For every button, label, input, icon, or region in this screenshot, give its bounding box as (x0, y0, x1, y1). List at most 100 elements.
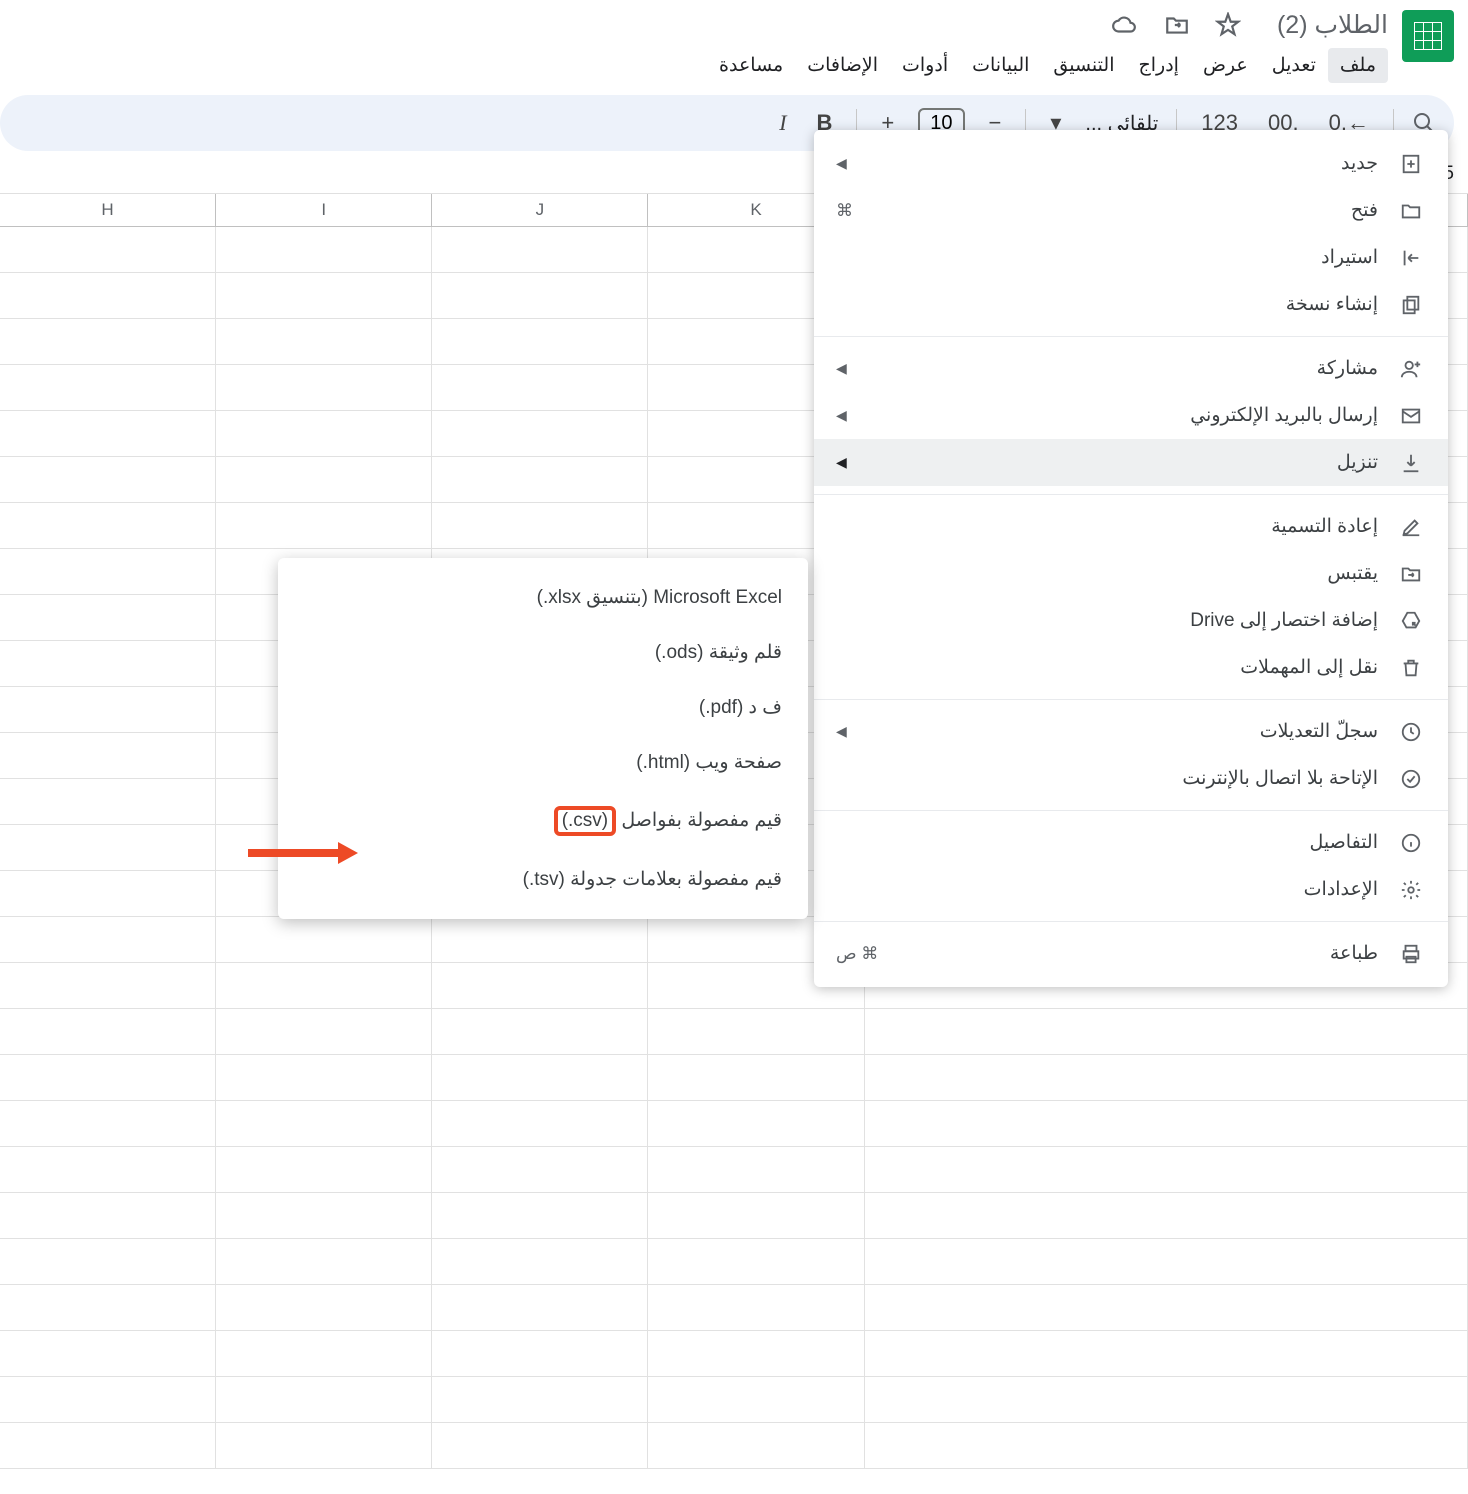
cell[interactable] (216, 273, 432, 318)
menu-item-import[interactable]: استيراد (814, 234, 1448, 281)
cell[interactable] (216, 503, 432, 548)
cell[interactable] (0, 1101, 216, 1146)
cell[interactable] (216, 1239, 432, 1284)
cell[interactable] (216, 963, 432, 1008)
move-folder-icon[interactable] (1163, 12, 1191, 38)
cell[interactable] (865, 1055, 1468, 1100)
cell[interactable] (0, 319, 216, 364)
menu-edit[interactable]: تعديل (1260, 48, 1328, 83)
cell[interactable] (0, 1055, 216, 1100)
cell[interactable] (865, 1285, 1468, 1330)
cell[interactable] (865, 1147, 1468, 1192)
cell[interactable] (216, 1147, 432, 1192)
menu-data[interactable]: البيانات (960, 48, 1041, 83)
menu-item-settings[interactable]: الإعدادات (814, 866, 1448, 913)
menu-file[interactable]: ملف (1328, 48, 1388, 83)
cell[interactable] (0, 1285, 216, 1330)
menu-format[interactable]: التنسيق (1041, 48, 1126, 83)
menu-item-download[interactable]: تنزيل ◀ (814, 439, 1448, 486)
cell[interactable] (432, 963, 648, 1008)
cell[interactable] (648, 1423, 864, 1468)
menu-item-offline[interactable]: الإتاحة بلا اتصال بالإنترنت (814, 755, 1448, 802)
cell[interactable] (0, 273, 216, 318)
cell[interactable] (865, 1009, 1468, 1054)
cell[interactable] (432, 1285, 648, 1330)
cell[interactable] (648, 1147, 864, 1192)
cell[interactable] (865, 1193, 1468, 1238)
cell[interactable] (432, 1009, 648, 1054)
table-row[interactable] (0, 1331, 1468, 1377)
cell[interactable] (0, 871, 216, 916)
cell[interactable] (432, 273, 648, 318)
cell[interactable] (432, 1331, 648, 1376)
menu-item-move[interactable]: يقتبس (814, 550, 1448, 597)
menu-item-email[interactable]: إرسال بالبريد الإلكتروني ◀ (814, 392, 1448, 439)
menu-item-rename[interactable]: إعادة التسمية (814, 503, 1448, 550)
submenu-item-html[interactable]: صفحة ويب (html.) (278, 735, 808, 790)
cell[interactable] (0, 1147, 216, 1192)
cell[interactable] (865, 1239, 1468, 1284)
cell[interactable] (648, 1331, 864, 1376)
cell[interactable] (648, 1239, 864, 1284)
cell[interactable] (865, 1377, 1468, 1422)
cell[interactable] (0, 641, 216, 686)
menu-item-trash[interactable]: نقل إلى المهملات (814, 644, 1448, 691)
menu-help[interactable]: مساعدة (707, 48, 795, 83)
cell[interactable] (432, 1423, 648, 1468)
cell[interactable] (432, 227, 648, 272)
menu-insert[interactable]: إدراج (1126, 48, 1190, 83)
cell[interactable] (216, 1285, 432, 1330)
table-row[interactable] (0, 1055, 1468, 1101)
menu-item-new[interactable]: جديد ◀ (814, 140, 1448, 187)
cell[interactable] (865, 1423, 1468, 1468)
cell[interactable] (0, 365, 216, 410)
cell[interactable] (0, 687, 216, 732)
cell[interactable] (216, 1193, 432, 1238)
cell[interactable] (216, 1101, 432, 1146)
cell[interactable] (0, 503, 216, 548)
cell[interactable] (648, 1285, 864, 1330)
cell[interactable] (0, 917, 216, 962)
cell[interactable] (0, 549, 216, 594)
menu-item-details[interactable]: التفاصيل (814, 819, 1448, 866)
cell[interactable] (432, 1377, 648, 1422)
cell[interactable] (216, 319, 432, 364)
cell[interactable] (216, 1331, 432, 1376)
menu-item-open[interactable]: فتح ⌘ (814, 187, 1448, 234)
italic-button[interactable]: I (773, 110, 792, 136)
menu-item-add-shortcut[interactable]: إضافة اختصار إلى Drive (814, 597, 1448, 644)
cell[interactable] (432, 1239, 648, 1284)
table-row[interactable] (0, 1239, 1468, 1285)
cell[interactable] (216, 1055, 432, 1100)
menu-item-print[interactable]: طباعة ص ⌘ (814, 930, 1448, 977)
star-icon[interactable] (1215, 12, 1241, 38)
cell[interactable] (432, 1147, 648, 1192)
table-row[interactable] (0, 1193, 1468, 1239)
cell[interactable] (0, 227, 216, 272)
cell[interactable] (432, 1055, 648, 1100)
cell[interactable] (216, 411, 432, 456)
submenu-item-xlsx[interactable]: Microsoft Excel (بتنسيق xlsx.) (278, 570, 808, 625)
cell[interactable] (432, 503, 648, 548)
cell[interactable] (0, 1423, 216, 1468)
cell[interactable] (865, 1101, 1468, 1146)
document-title[interactable]: الطلاب (2) (1277, 10, 1388, 40)
cell[interactable] (0, 1193, 216, 1238)
table-row[interactable] (0, 1009, 1468, 1055)
cell[interactable] (648, 1101, 864, 1146)
cell[interactable] (432, 365, 648, 410)
column-header[interactable]: J (432, 194, 648, 226)
cell[interactable] (648, 1055, 864, 1100)
menu-item-make-copy[interactable]: إنشاء نسخة (814, 281, 1448, 328)
menu-tools[interactable]: أدوات (890, 48, 960, 83)
cell[interactable] (216, 227, 432, 272)
submenu-item-ods[interactable]: قلم وثيقة (ods.) (278, 625, 808, 680)
cell[interactable] (216, 1009, 432, 1054)
cell[interactable] (0, 963, 216, 1008)
table-row[interactable] (0, 1423, 1468, 1469)
cell[interactable] (0, 457, 216, 502)
cell[interactable] (432, 1193, 648, 1238)
cell[interactable] (432, 917, 648, 962)
sheets-app-icon[interactable] (1402, 10, 1454, 62)
cell[interactable] (648, 1009, 864, 1054)
